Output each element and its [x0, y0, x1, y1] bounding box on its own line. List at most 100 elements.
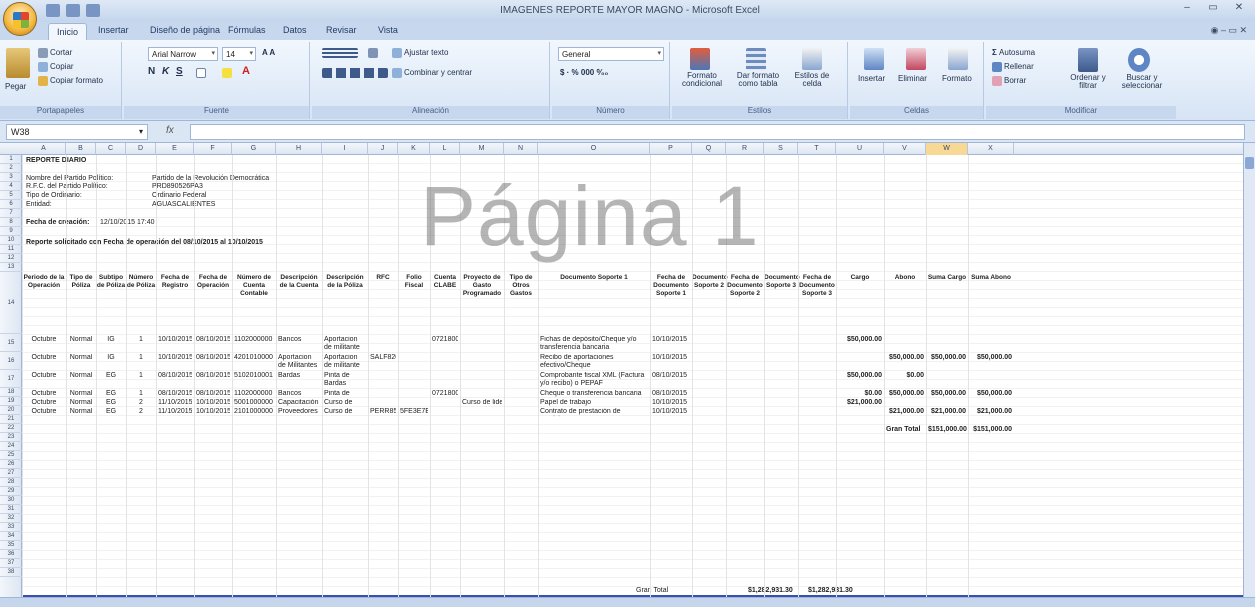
fill-color-icon[interactable]	[222, 68, 232, 78]
table-cell[interactable]: 1	[128, 354, 154, 361]
column-header[interactable]: T	[798, 143, 836, 155]
table-cell[interactable]: 08/10/2015	[158, 390, 192, 397]
table-cell[interactable]: IG	[98, 336, 124, 343]
fill-button[interactable]: Rellenar	[992, 62, 1034, 72]
table-cell[interactable]: EG	[98, 372, 124, 379]
table-cell[interactable]: $50,000.00	[886, 354, 924, 361]
row-header[interactable]: 25	[0, 451, 22, 460]
vertical-scrollbar[interactable]	[1243, 143, 1255, 597]
redo-icon[interactable]	[86, 4, 100, 17]
table-cell[interactable]: 11/10/2015	[158, 399, 192, 406]
row-header[interactable]: 7	[0, 209, 22, 218]
table-cell[interactable]: $0.00	[838, 390, 882, 397]
table-cell[interactable]: $21,000.00	[928, 408, 966, 415]
column-header[interactable]: P	[650, 143, 692, 155]
table-cell[interactable]: Capacitación	[278, 399, 320, 407]
column-header[interactable]: L	[430, 143, 460, 155]
table-cell[interactable]: Pinta de Bardas	[324, 372, 366, 388]
column-header[interactable]: S	[764, 143, 798, 155]
wrap-text-button[interactable]: Ajustar texto	[392, 48, 448, 58]
insert-cells-button[interactable]: Insertar	[858, 74, 885, 83]
table-cell[interactable]: Normal	[68, 390, 94, 397]
table-cell[interactable]: Normal	[68, 372, 94, 379]
column-header[interactable]: F	[194, 143, 232, 155]
row-header[interactable]: 23	[0, 433, 22, 442]
table-cell[interactable]: Normal	[68, 354, 94, 361]
delete-cells-button[interactable]: Eliminar	[898, 74, 927, 83]
table-cell[interactable]: 1	[128, 390, 154, 397]
row-header[interactable]: 34	[0, 532, 22, 541]
table-cell[interactable]: $21,000.00	[970, 408, 1012, 415]
row-header[interactable]: 6	[0, 200, 22, 209]
table-cell[interactable]: Aportacion de militante	[324, 336, 366, 352]
table-cell[interactable]: 10/10/2015	[196, 399, 230, 406]
column-header[interactable]: J	[368, 143, 398, 155]
table-cell[interactable]: Curso de	[324, 408, 366, 416]
table-cell[interactable]: 10/10/2015	[652, 399, 690, 406]
table-cell[interactable]: Pinta de	[324, 390, 366, 398]
conditional-format-button[interactable]: Formato condicional	[676, 72, 728, 88]
row-header[interactable]: 9	[0, 227, 22, 236]
table-cell[interactable]: Proveedores	[278, 408, 320, 416]
table-cell[interactable]: 08/10/2015	[158, 372, 192, 379]
row-header[interactable]: 15	[0, 334, 22, 352]
table-cell[interactable]: Bancos	[278, 336, 320, 344]
row-header[interactable]: 11	[0, 245, 22, 254]
font-size-select[interactable]: 14 ▾	[222, 47, 256, 61]
table-cell[interactable]: Contrato de prestación de servicios	[540, 408, 648, 417]
format-table-button[interactable]: Dar formato como tabla	[732, 72, 784, 88]
table-cell[interactable]: $50,000.00	[928, 390, 966, 397]
tab-vista[interactable]: Vista	[378, 25, 398, 35]
row-header[interactable]: 18	[0, 388, 22, 397]
find-select-button[interactable]: Buscar y seleccionar	[1114, 74, 1170, 90]
row-header[interactable]: 10	[0, 236, 22, 245]
font-name-select[interactable]: Arial Narrow ▾	[148, 47, 218, 61]
bold-button[interactable]: N	[148, 66, 155, 77]
column-header[interactable]: A	[22, 143, 66, 155]
column-header[interactable]: H	[276, 143, 322, 155]
row-header[interactable]: 32	[0, 514, 22, 523]
number-format-select[interactable]: General ▾	[558, 47, 664, 61]
save-icon[interactable]	[46, 4, 60, 17]
table-cell[interactable]: $0.00	[886, 372, 924, 379]
table-cell[interactable]: Comprobante fiscal XML (Factura y/o reci…	[540, 372, 648, 388]
column-header[interactable]: O	[538, 143, 650, 155]
column-header[interactable]: C	[96, 143, 126, 155]
row-header[interactable]: 37	[0, 559, 22, 568]
column-header[interactable]: V	[884, 143, 926, 155]
table-cell[interactable]: 5001000000	[234, 399, 274, 406]
table-cell[interactable]: Normal	[68, 336, 94, 343]
table-cell[interactable]: PERR850...	[370, 408, 396, 415]
table-cell[interactable]: 08/10/2015	[652, 390, 690, 397]
table-cell[interactable]: $50,000.00	[970, 354, 1012, 361]
row-header[interactable]: 21	[0, 415, 22, 424]
row-header[interactable]: 22	[0, 424, 22, 433]
table-cell[interactable]: Octubre	[24, 399, 64, 406]
row-header[interactable]: 13	[0, 263, 22, 272]
column-header[interactable]: Q	[692, 143, 726, 155]
column-header[interactable]: R	[726, 143, 764, 155]
table-cell[interactable]: 08/10/2015	[196, 336, 230, 343]
column-header[interactable]: X	[968, 143, 1014, 155]
table-cell[interactable]: IG	[98, 354, 124, 361]
row-header[interactable]: 5	[0, 191, 22, 200]
scrollbar-thumb[interactable]	[1245, 157, 1254, 169]
column-header[interactable]: I	[322, 143, 368, 155]
row-header[interactable]: 8	[0, 218, 22, 227]
table-cell[interactable]: Recibo de aportaciones efectivo/Cheque	[540, 354, 648, 370]
table-cell[interactable]: Octubre	[24, 408, 64, 415]
table-cell[interactable]: EG	[98, 399, 124, 406]
table-cell[interactable]: Aportacion de Militantes	[278, 354, 320, 370]
maximize-button[interactable]: ▭	[1201, 2, 1225, 16]
table-cell[interactable]: 1102000000	[234, 390, 274, 397]
table-cell[interactable]: $50,000.00	[928, 354, 966, 361]
table-cell[interactable]: 08/10/2015	[196, 372, 230, 379]
table-cell[interactable]: Curso de liderazgo	[462, 399, 502, 406]
worksheet-grid[interactable]: REPORTE DIARIO Nombre del Partido Políti…	[22, 155, 1243, 597]
autosum-button[interactable]: Σ Autosuma	[992, 48, 1035, 57]
row-header[interactable]: 20	[0, 406, 22, 415]
row-header[interactable]: 38	[0, 568, 22, 577]
table-cell[interactable]: 10/10/2015	[196, 408, 230, 415]
function-icon[interactable]: fx	[166, 125, 174, 136]
column-header[interactable]: M	[460, 143, 504, 155]
